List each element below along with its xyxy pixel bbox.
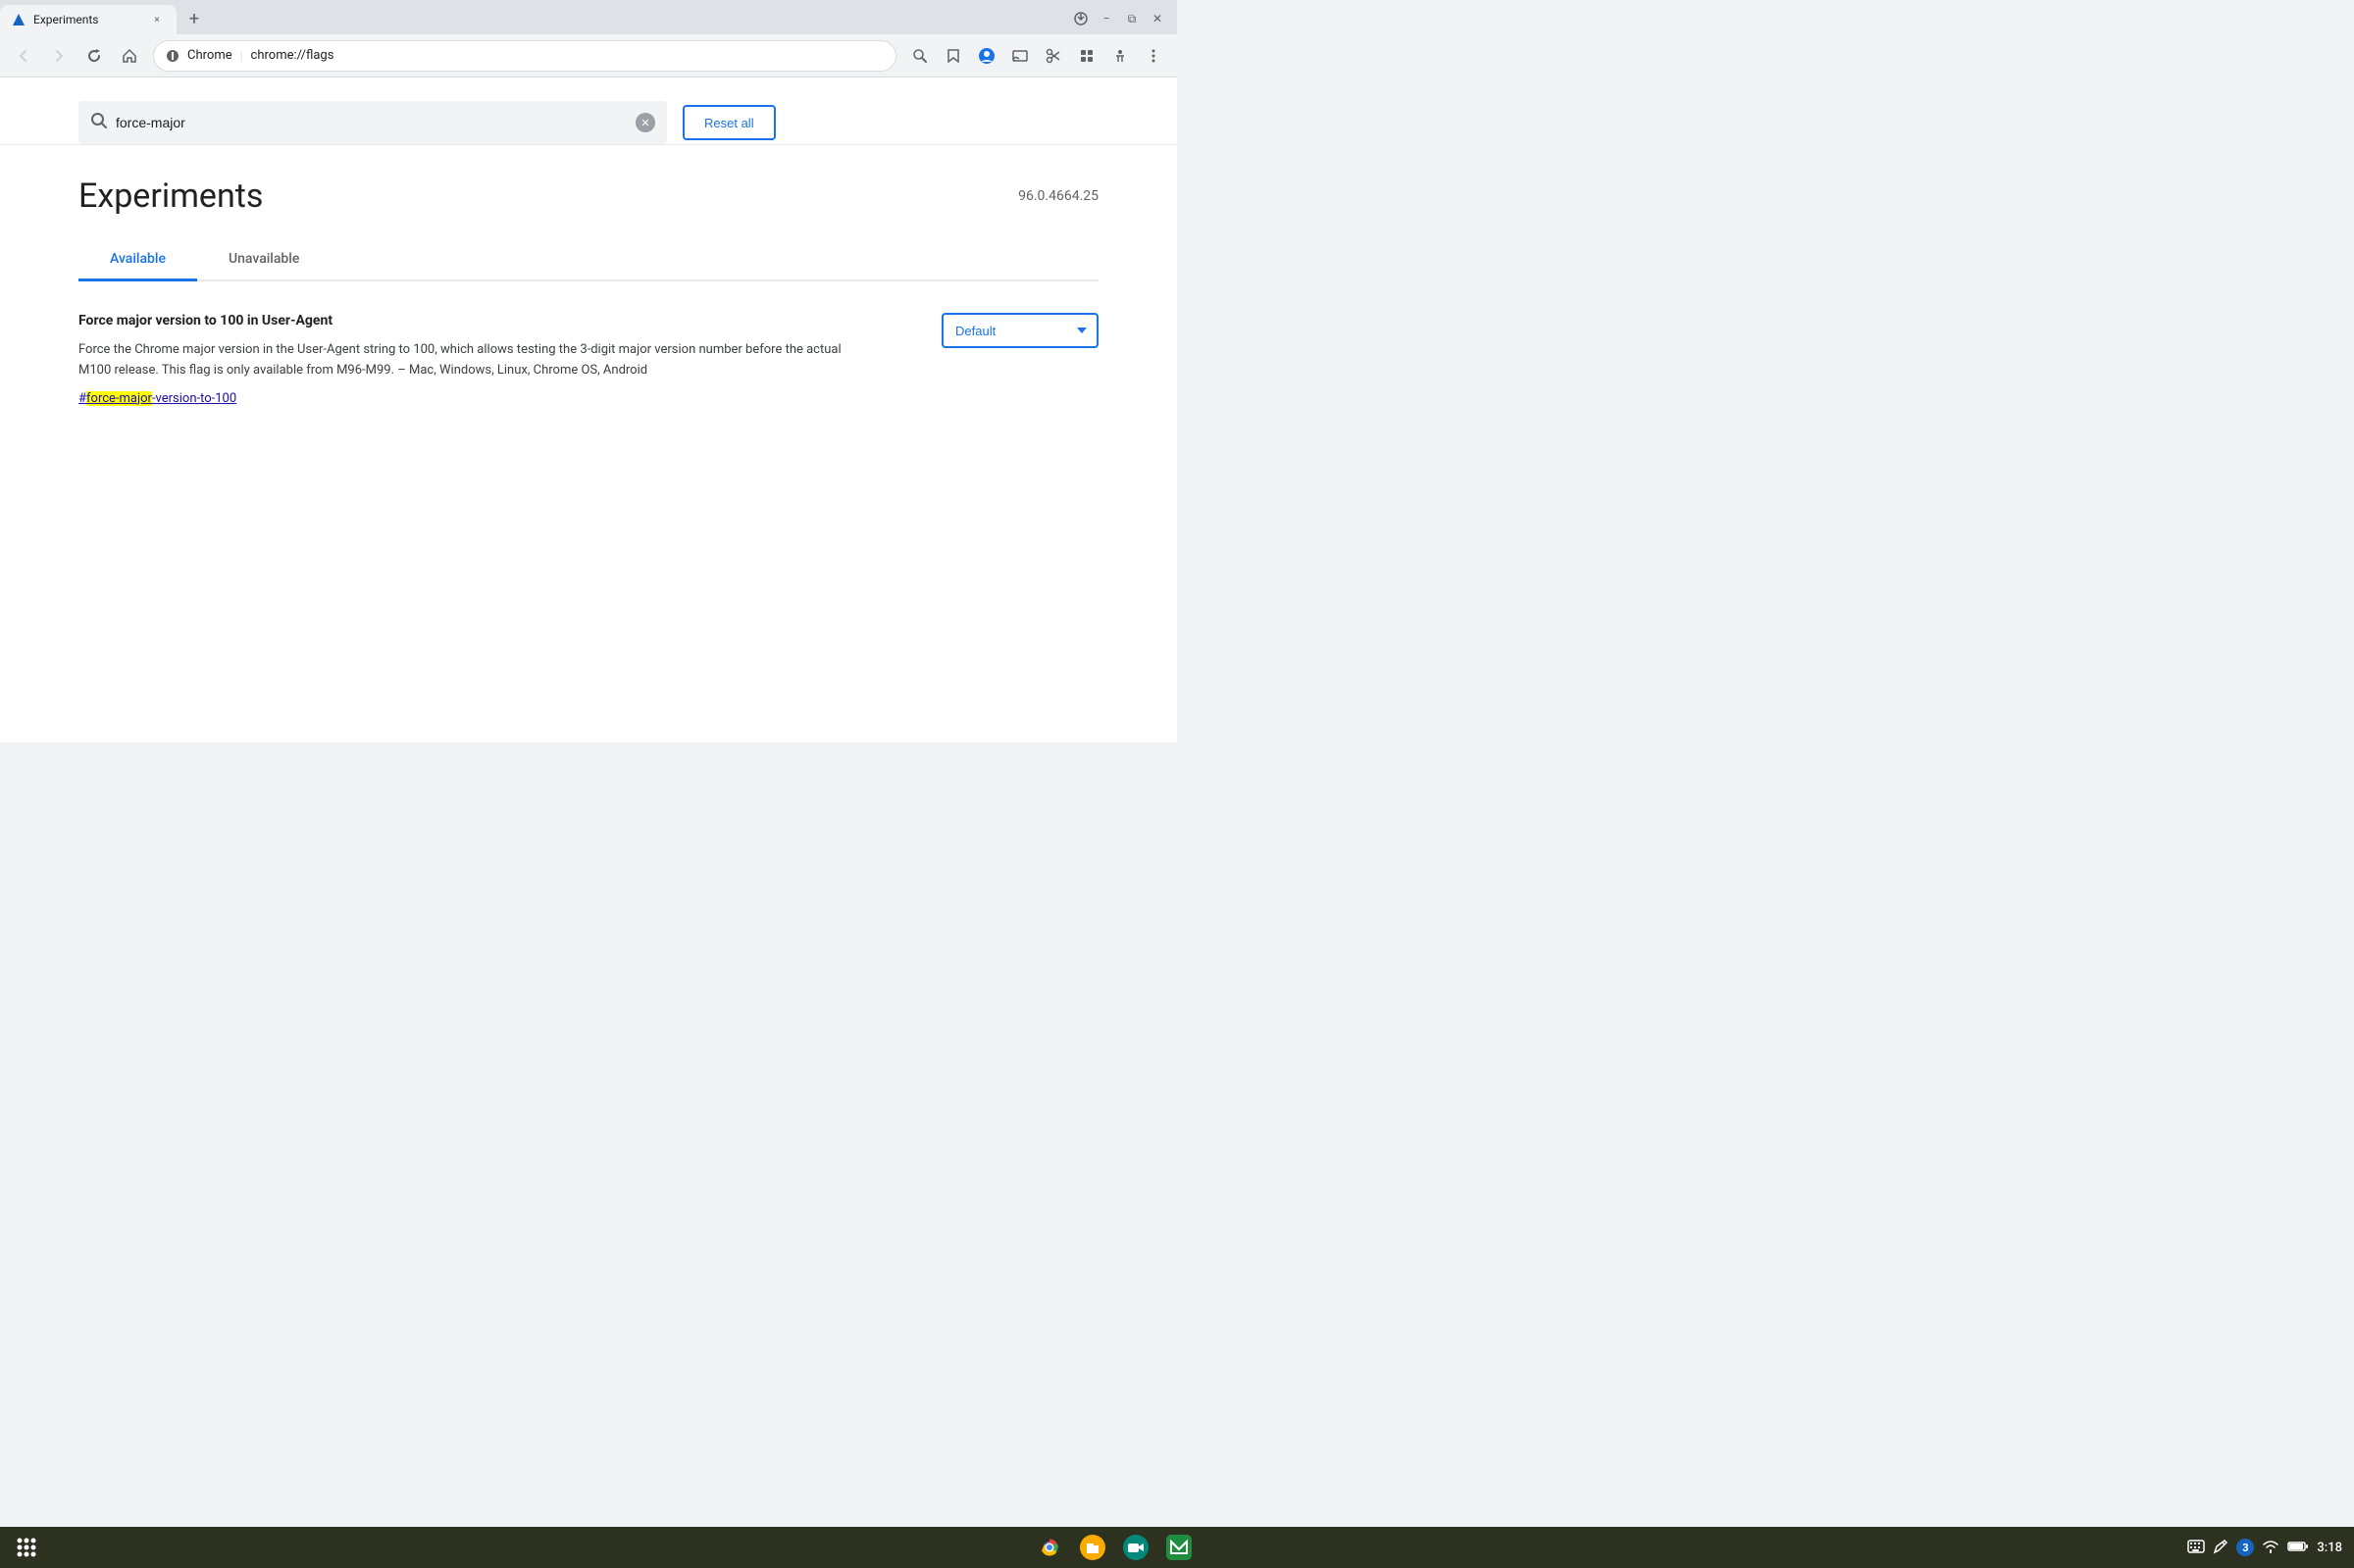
page-heading: Experiments 96.0.4664.25: [0, 145, 1177, 216]
flag-description: Force the Chrome major version in the Us…: [78, 340, 844, 381]
search-bar-area: ✕ Reset all: [0, 77, 1177, 145]
search-input[interactable]: [116, 115, 628, 130]
tab-unavailable[interactable]: Unavailable: [197, 239, 331, 281]
window-controls: − ⧉ ✕: [1069, 7, 1177, 34]
taskbar-left: [12, 1533, 41, 1562]
flag-info: Force major version to 100 in User-Agent…: [78, 313, 910, 406]
flag-link[interactable]: #force-major-version-to-100: [78, 391, 910, 406]
home-button[interactable]: [114, 40, 145, 72]
minimize-button[interactable]: −: [1095, 7, 1118, 30]
flag-link-highlight: force-major: [86, 391, 152, 406]
tab-close-button[interactable]: ×: [149, 12, 165, 27]
page-title: Experiments: [78, 177, 263, 216]
notification-badge[interactable]: 3: [2236, 1539, 2254, 1556]
back-button[interactable]: [8, 40, 39, 72]
tab-strip: Experiments × +: [0, 0, 208, 34]
search-container: ✕: [78, 101, 667, 144]
taskbar-chrome-app[interactable]: [1032, 1530, 1067, 1565]
tab-favicon: [12, 13, 26, 26]
forward-button[interactable]: [43, 40, 75, 72]
taskbar-files-app[interactable]: [1075, 1530, 1110, 1565]
address-url: chrome://flags: [251, 48, 334, 63]
tab-available[interactable]: Available: [78, 239, 197, 281]
keyboard-icon[interactable]: [2187, 1540, 2205, 1556]
flag-link-suffix: -version-to-100: [152, 391, 236, 406]
search-clear-button[interactable]: ✕: [636, 113, 655, 132]
tab-title: Experiments: [33, 13, 141, 26]
toolbar-actions: [904, 40, 1169, 72]
tabs-bar: Available Unavailable: [78, 239, 1099, 281]
ext2-button[interactable]: [1104, 40, 1136, 72]
pen-icon[interactable]: [2213, 1539, 2228, 1557]
address-divider: |: [240, 49, 243, 63]
address-scheme: Chrome: [187, 48, 232, 63]
main-content: ✕ Reset all Experiments 96.0.4664.25 Ava…: [0, 77, 1177, 742]
address-bar[interactable]: Chrome | chrome://flags: [153, 40, 896, 72]
new-tab-button[interactable]: +: [180, 5, 208, 32]
refresh-button[interactable]: [78, 40, 110, 72]
flag-link-prefix: #: [78, 391, 86, 406]
flag-name: Force major version to 100 in User-Agent: [78, 313, 910, 329]
close-button[interactable]: ✕: [1146, 7, 1169, 30]
taskbar: 3 3:18: [0, 1527, 2354, 1568]
flags-list: Force major version to 100 in User-Agent…: [0, 281, 1177, 461]
system-time: 3:18: [2317, 1541, 2342, 1555]
taskbar-center: [41, 1530, 2187, 1565]
download-button[interactable]: [1069, 7, 1093, 30]
chrome-menu-button[interactable]: [1138, 40, 1169, 72]
battery-icon: [2287, 1541, 2309, 1555]
bookmark-button[interactable]: [938, 40, 969, 72]
flag-item: Force major version to 100 in User-Agent…: [78, 313, 1099, 430]
cast-button[interactable]: [1004, 40, 1036, 72]
version-text: 96.0.4664.25: [1018, 188, 1099, 204]
launcher-button[interactable]: [12, 1533, 41, 1562]
taskbar-meet-app[interactable]: [1118, 1530, 1153, 1565]
taskbar-right: 3 3:18: [2187, 1539, 2342, 1557]
active-tab[interactable]: Experiments ×: [0, 5, 177, 34]
reset-all-button[interactable]: Reset all: [683, 105, 776, 140]
taskbar-messages-app[interactable]: [1161, 1530, 1197, 1565]
flag-control: Default Enabled Disabled: [942, 313, 1099, 348]
flag-dropdown[interactable]: Default Enabled Disabled: [942, 313, 1099, 348]
scissors-button[interactable]: [1038, 40, 1069, 72]
wifi-icon[interactable]: [2262, 1539, 2279, 1557]
maximize-button[interactable]: ⧉: [1120, 7, 1144, 30]
extensions-button[interactable]: [1071, 40, 1102, 72]
security-icon: [166, 49, 179, 63]
account-button[interactable]: [971, 40, 1002, 72]
search-toolbar-button[interactable]: [904, 40, 936, 72]
browser-toolbar: Chrome | chrome://flags: [0, 34, 1177, 77]
search-icon: [90, 112, 108, 133]
title-bar: Experiments × + − ⧉ ✕: [0, 0, 1177, 34]
